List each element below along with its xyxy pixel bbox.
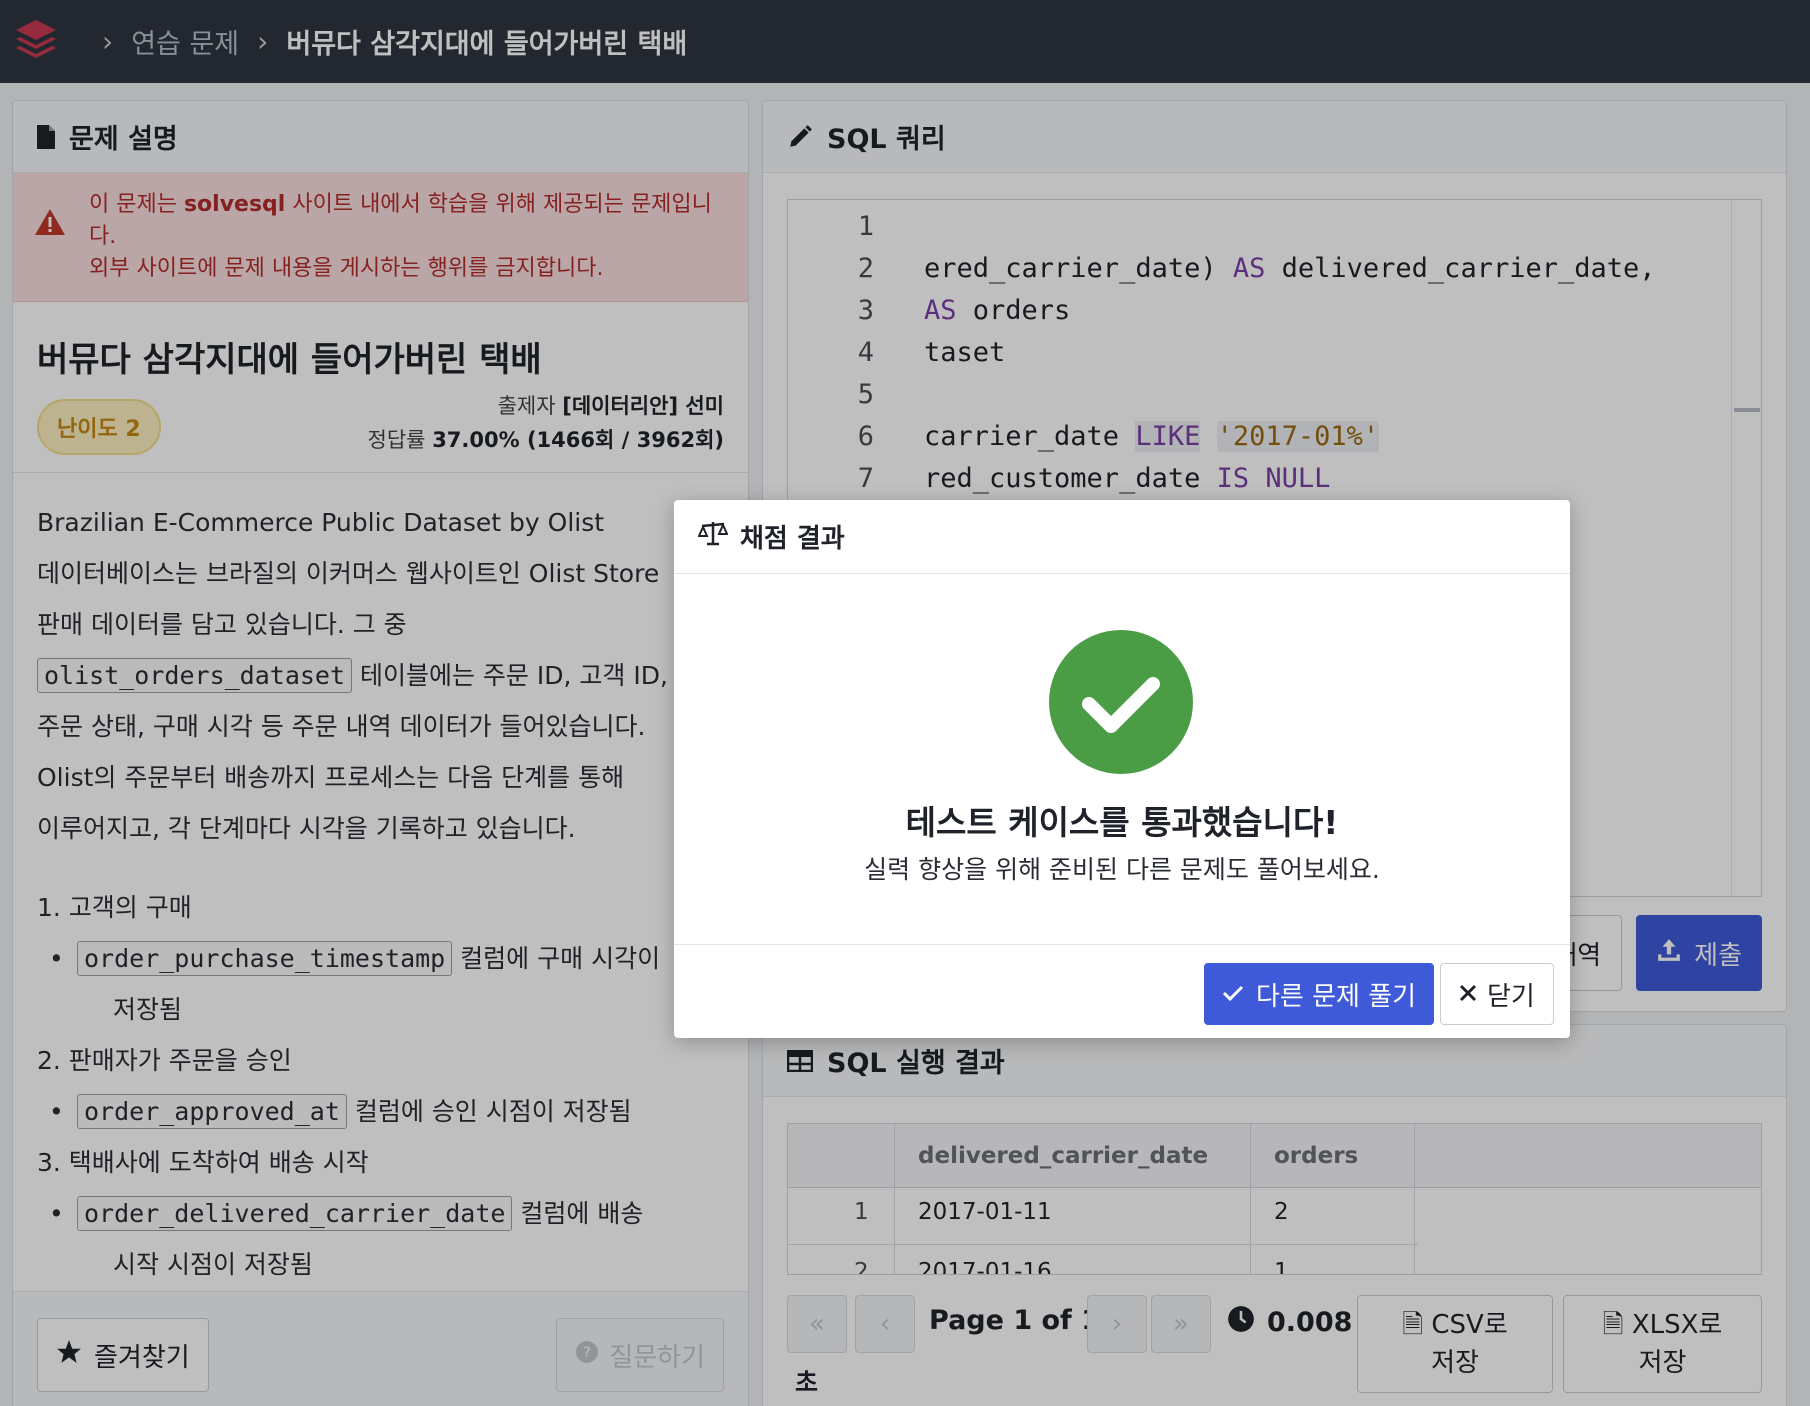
modal-header: 채점 결과 <box>674 500 1570 574</box>
solve-another-label: 다른 문제 풀기 <box>1256 981 1417 1012</box>
grading-result-modal: 채점 결과 테스트 케이스를 통과했습니다! 실력 향상을 위해 준비된 다른 … <box>674 500 1570 1038</box>
check-icon <box>1222 979 1244 1009</box>
balance-scale-icon <box>697 520 729 553</box>
solve-another-button[interactable]: 다른 문제 풀기 <box>1204 963 1435 1025</box>
modal-subtext: 실력 향상을 위해 준비된 다른 문제도 풀어보세요. <box>864 855 1380 884</box>
modal-footer: 다른 문제 풀기 닫기 <box>674 944 1570 1038</box>
modal-message: 테스트 케이스를 통과했습니다! <box>905 803 1339 842</box>
close-button-label: 닫기 <box>1487 981 1535 1012</box>
modal-body: 테스트 케이스를 통과했습니다! 실력 향상을 위해 준비된 다른 문제도 풀어… <box>674 574 1570 944</box>
check-circle-icon <box>1049 630 1193 774</box>
close-icon <box>1459 979 1477 1009</box>
modal-title: 채점 결과 <box>740 524 845 554</box>
close-modal-button[interactable]: 닫기 <box>1440 963 1554 1025</box>
